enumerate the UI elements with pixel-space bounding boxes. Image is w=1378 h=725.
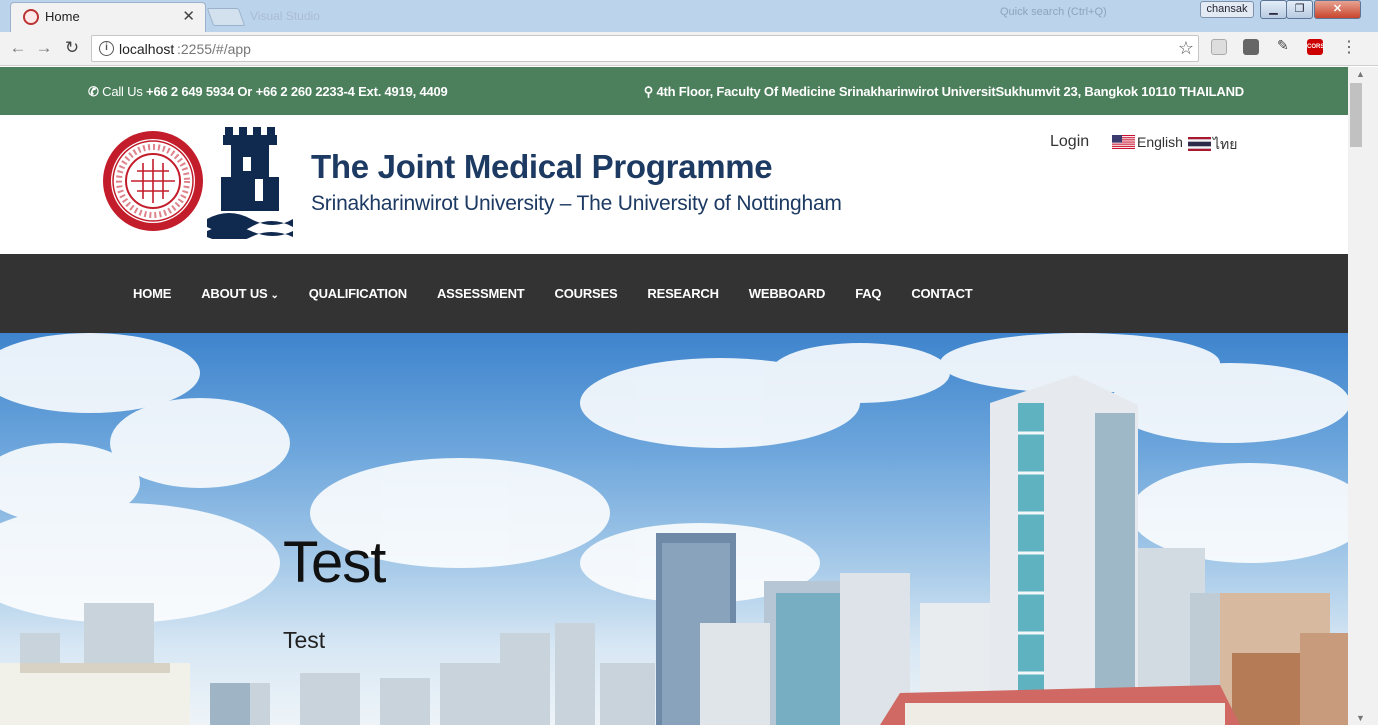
nav-about-us[interactable]: ABOUT US ⌄ (186, 286, 293, 301)
browser-toolbar: ← → ↻ i localhost :2255/#/app ☆ ✎ CORS ⋮ (0, 32, 1378, 66)
browser-tab[interactable]: Home ✕ (10, 2, 206, 32)
thai-flag-icon (1188, 137, 1211, 151)
address-bar[interactable]: i localhost :2255/#/app ☆ (91, 35, 1199, 62)
site-title: The Joint Medical Programme (311, 148, 773, 185)
city-skyline-image (0, 333, 1348, 725)
minimize-icon[interactable]: ▁ (1260, 0, 1287, 19)
chevron-down-icon: ⌄ (270, 290, 279, 301)
hero-title: Test (283, 530, 386, 595)
web-page: ✆ Call Us +66 2 649 5934 Or +66 2 260 22… (0, 67, 1348, 725)
language-english-label: English (1137, 134, 1183, 150)
browser-tab-bar: Home ✕ Visual Studio Quick search (Ctrl+… (0, 0, 1378, 32)
nav-qualification[interactable]: QUALIFICATION (294, 286, 422, 301)
maximize-icon[interactable]: ❐ (1286, 0, 1313, 19)
forward-arrow-icon[interactable]: → (34, 38, 54, 58)
nav-courses[interactable]: COURSES (540, 286, 633, 301)
nav-contact[interactable]: CONTACT (896, 286, 987, 301)
phone-icon: ✆ (88, 84, 99, 99)
new-tab-button[interactable] (206, 8, 246, 26)
language-english-link[interactable]: English (1112, 134, 1183, 150)
main-navigation: HOME ABOUT US ⌄ QUALIFICATION ASSESSMENT … (0, 254, 1348, 333)
nav-home[interactable]: HOME (118, 286, 186, 301)
background-search-box: Quick search (Ctrl+Q) (1000, 6, 1107, 18)
url-host: localhost (119, 41, 175, 57)
profile-button[interactable]: chansak (1200, 1, 1254, 18)
favicon-icon (23, 9, 39, 25)
hero-banner: Test Test (0, 333, 1348, 725)
back-arrow-icon[interactable]: ← (8, 38, 28, 58)
extension-icon[interactable] (1211, 39, 1227, 55)
address-text: 4th Floor, Faculty Of Medicine Srinakhar… (656, 84, 1245, 99)
us-flag-icon (1112, 135, 1135, 149)
page-scrollbar[interactable]: ▲ ▼ (1348, 67, 1378, 725)
reload-icon[interactable]: ↻ (62, 38, 82, 58)
color-picker-extension-icon[interactable]: ✎ (1277, 37, 1293, 53)
phone-numbers: +66 2 649 5934 Or +66 2 260 2233-4 Ext. … (146, 84, 448, 99)
login-link[interactable]: Login (1050, 133, 1089, 151)
scroll-up-arrow-icon[interactable]: ▲ (1356, 69, 1365, 79)
nav-about-us-label: ABOUT US (201, 286, 268, 301)
nav-research[interactable]: RESEARCH (632, 286, 733, 301)
bookmark-star-icon[interactable]: ☆ (1178, 38, 1194, 59)
tab-title: Home (45, 9, 80, 24)
menu-dots-icon[interactable]: ⋮ (1341, 37, 1357, 57)
extension-icon[interactable] (1243, 39, 1259, 55)
srinakharinwirot-seal-logo[interactable] (101, 129, 205, 233)
language-thai-link[interactable]: ไทย (1188, 134, 1237, 156)
phone-label: Call Us (102, 84, 143, 99)
background-window-title: Visual Studio (250, 9, 320, 23)
nav-webboard[interactable]: WEBBOARD (734, 286, 840, 301)
contact-bar: ✆ Call Us +66 2 649 5934 Or +66 2 260 22… (0, 67, 1348, 115)
map-marker-icon: ⚲ (643, 84, 654, 99)
nav-assessment[interactable]: ASSESSMENT (422, 286, 540, 301)
address-info: ⚲ 4th Floor, Faculty Of Medicine Srinakh… (644, 84, 1244, 100)
info-icon[interactable]: i (99, 41, 114, 56)
cors-extension-icon[interactable]: CORS (1307, 39, 1324, 55)
language-thai-label: ไทย (1213, 136, 1238, 152)
phone-info: ✆ Call Us +66 2 649 5934 Or +66 2 260 22… (88, 84, 448, 100)
site-header: The Joint Medical Programme Srinakharinw… (0, 115, 1348, 254)
scrollbar-thumb[interactable] (1350, 83, 1362, 147)
url-path: :2255/#/app (177, 41, 251, 57)
tab-close-icon[interactable]: ✕ (182, 7, 195, 25)
hero-text: Test (283, 627, 326, 653)
nav-faq[interactable]: FAQ (840, 286, 896, 301)
close-window-icon[interactable]: ✕ (1314, 0, 1361, 19)
scroll-down-arrow-icon[interactable]: ▼ (1356, 713, 1365, 723)
nottingham-castle-logo[interactable] (207, 127, 293, 239)
site-subtitle: Srinakharinwirot University – The Univer… (311, 192, 842, 215)
